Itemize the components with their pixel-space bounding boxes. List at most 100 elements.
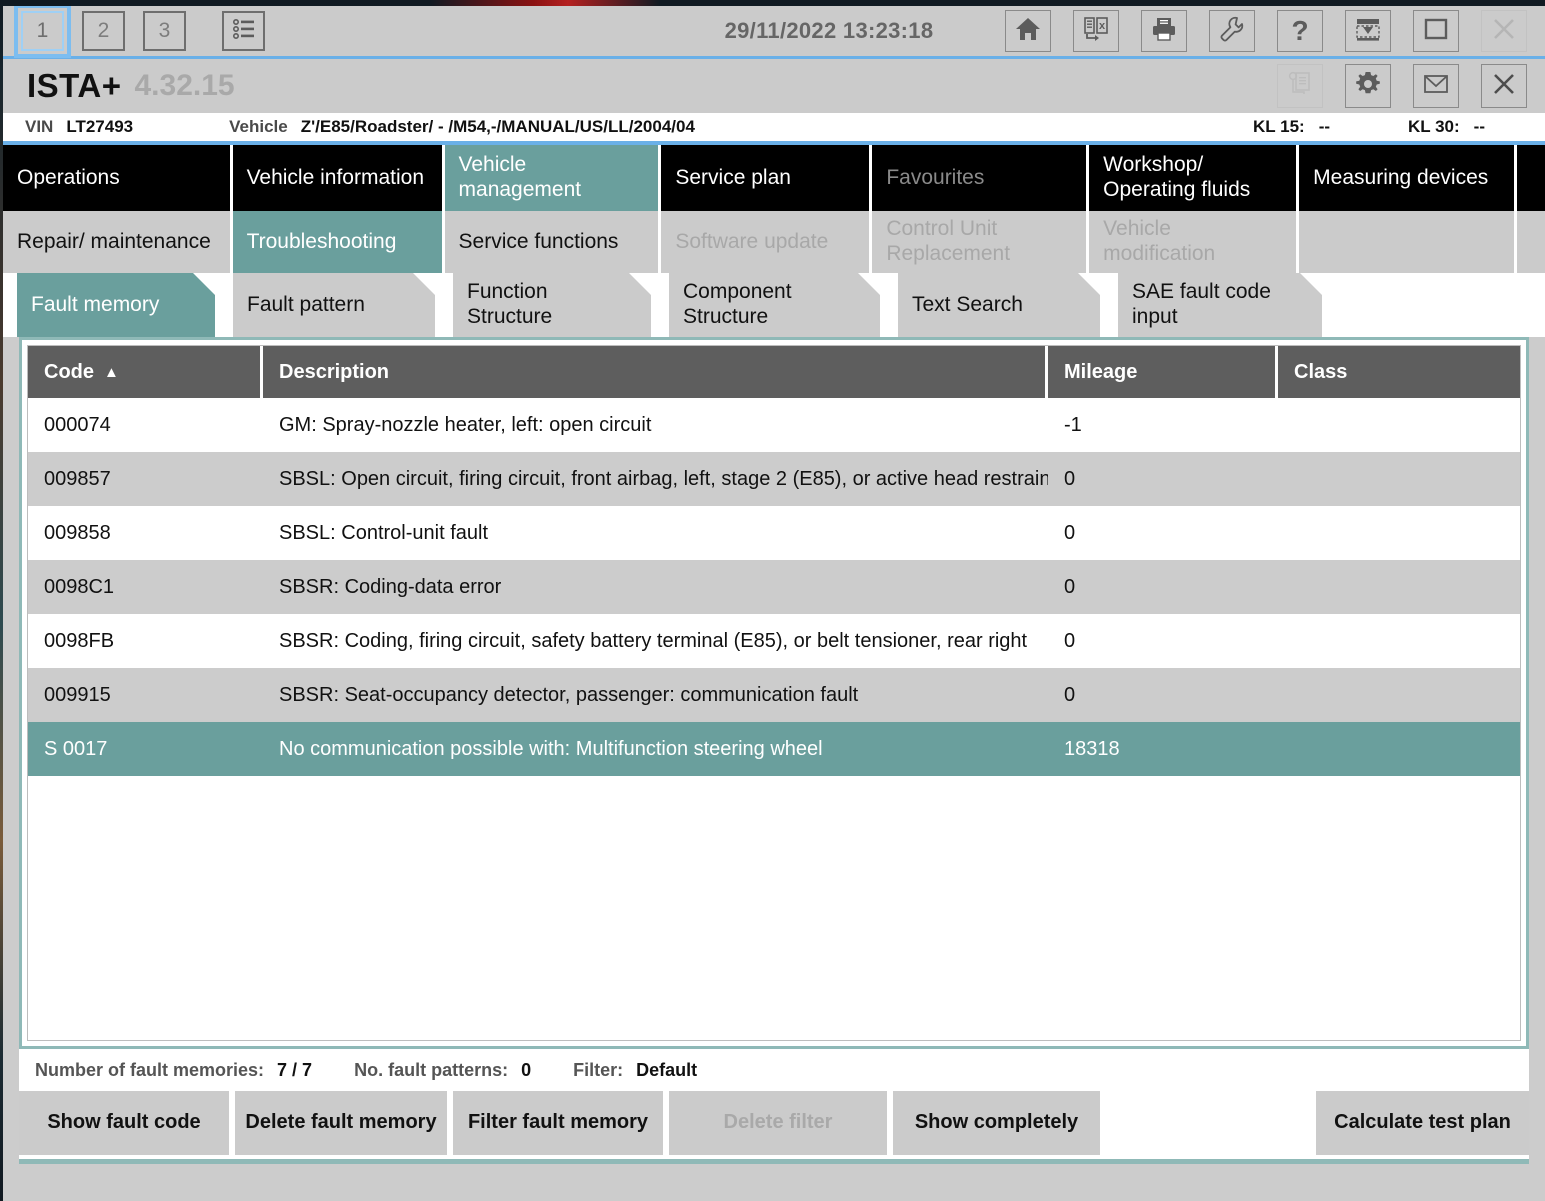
tab-secondary-empty[interactable] — [1299, 211, 1514, 273]
kl30-status: KL 30: -- — [1408, 117, 1485, 137]
session-document-button[interactable] — [1277, 64, 1323, 108]
show-completely-label: Show completely — [914, 1111, 1079, 1134]
vin-value: LT27493 — [66, 117, 134, 136]
cell-code: 009858 — [44, 521, 111, 544]
show-fault-code-button[interactable]: Show fault code — [19, 1091, 229, 1155]
tab-workshop-operating-fluids[interactable]: Workshop/ Operating fluids — [1089, 145, 1297, 211]
table-row[interactable]: 0098C1 SBSR: Coding-data error 0 — [28, 560, 1520, 614]
fault-memory-panel: Code ▲ Description Mileage Class 000074 … — [19, 337, 1529, 1049]
tab-fault-memory[interactable]: Fault memory — [17, 273, 215, 337]
cell-mileage: -1 — [1064, 413, 1082, 436]
cell-code: 000074 — [44, 413, 111, 436]
tab-function-structure[interactable]: Function Structure — [453, 273, 651, 337]
mail-icon — [1422, 71, 1450, 102]
page-button-1[interactable]: 1 — [14, 6, 71, 58]
table-row-selected[interactable]: S 0017 No communication possible with: M… — [28, 722, 1520, 776]
fault-patterns-value: 0 — [521, 1059, 532, 1080]
table-row[interactable]: 009915 SBSR: Seat-occupancy detector, pa… — [28, 668, 1520, 722]
column-header-class-label: Class — [1294, 360, 1348, 383]
tab-fault-pattern[interactable]: Fault pattern — [233, 273, 435, 337]
tab-favourites[interactable]: Favourites — [872, 145, 1087, 211]
cell-mileage: 0 — [1064, 521, 1076, 544]
tab-repair-maintenance[interactable]: Repair/ maintenance — [3, 211, 230, 273]
show-completely-button[interactable]: Show completely — [893, 1091, 1100, 1155]
tab-measuring-devices-label: Measuring devices — [1313, 165, 1489, 189]
sort-ascending-icon: ▲ — [104, 363, 119, 381]
close-app-button[interactable] — [1481, 64, 1527, 108]
tertiary-tab-bar: Fault memory Fault pattern Function Stru… — [3, 273, 1545, 337]
tab-measuring-devices[interactable]: Measuring devices — [1299, 145, 1514, 211]
vehicle-info-bar: VIN LT27493 Vehicle Z'/E85/Roadster/ - /… — [3, 113, 1545, 145]
tab-component-structure[interactable]: Component Structure — [669, 273, 880, 337]
table-row[interactable]: 000074 GM: Spray-nozzle heater, left: op… — [28, 398, 1520, 452]
tab-text-search[interactable]: Text Search — [898, 273, 1100, 337]
tab-vehicle-modification-label: Vehicle modification — [1103, 217, 1216, 265]
table-row[interactable]: 009857 SBSL: Open circuit, firing circui… — [28, 452, 1520, 506]
tab-sae-fault-code-input[interactable]: SAE fault code input — [1118, 273, 1322, 337]
tab-vehicle-management[interactable]: Vehicle management — [444, 145, 659, 211]
settings-button[interactable] — [1345, 64, 1391, 108]
cell-code: S 0017 — [44, 737, 108, 760]
calculate-test-plan-label: Calculate test plan — [1334, 1111, 1511, 1134]
tab-component-structure-label: Component Structure — [683, 280, 792, 328]
gear-icon — [1354, 70, 1382, 103]
vehicle-value: Z'/E85/Roadster/ - /M54,-/MANUAL/US/LL/2… — [300, 117, 695, 136]
tab-vehicle-information[interactable]: Vehicle information — [232, 145, 442, 211]
tab-service-plan[interactable]: Service plan — [661, 145, 870, 211]
kl15-label: KL 15: — [1253, 117, 1305, 136]
primary-tab-bar: Operations Vehicle information Vehicle m… — [3, 145, 1545, 211]
tab-service-functions-label: Service functions — [458, 229, 619, 253]
cell-class — [1278, 452, 1520, 506]
cell-description: SBSR: Seat-occupancy detector, passenger… — [279, 683, 859, 706]
close-icon — [1490, 71, 1518, 102]
filter-fault-memory-button[interactable]: Filter fault memory — [453, 1091, 663, 1155]
datetime-display: 29/11/2022 13:23:18 — [724, 18, 934, 43]
action-button-bar: Show fault code Delete fault memory Filt… — [19, 1091, 1529, 1159]
secondary-tab-bar: Repair/ maintenance Troubleshooting Serv… — [3, 211, 1545, 273]
tab-software-update[interactable]: Software update — [661, 211, 870, 273]
cell-class — [1278, 398, 1520, 452]
tab-overflow[interactable] — [1517, 145, 1545, 211]
tab-sae-fault-code-input-label: SAE fault code input — [1132, 280, 1271, 328]
cell-description: SBSL: Control-unit fault — [279, 521, 488, 544]
table-row[interactable]: 009858 SBSL: Control-unit fault 0 — [28, 506, 1520, 560]
table-row[interactable]: 0098FB SBSR: Coding, firing circuit, saf… — [28, 614, 1520, 668]
cell-description: No communication possible with: Multifun… — [279, 737, 823, 760]
tab-operations[interactable]: Operations — [3, 145, 230, 211]
tab-control-unit-replacement-label: Control Unit Replacement — [886, 217, 1011, 265]
tab-control-unit-replacement[interactable]: Control Unit Replacement — [872, 211, 1087, 273]
tab-troubleshooting[interactable]: Troubleshooting — [232, 211, 442, 273]
fault-patterns-label: No. fault patterns: — [354, 1059, 509, 1080]
kl15-status: KL 15: -- — [1253, 117, 1330, 137]
delete-fault-memory-button[interactable]: Delete fault memory — [235, 1091, 447, 1155]
kl30-label: KL 30: — [1408, 117, 1460, 136]
tab-function-structure-label: Function Structure — [467, 280, 553, 328]
cell-mileage: 0 — [1064, 467, 1076, 490]
tab-service-functions[interactable]: Service functions — [444, 211, 659, 273]
delete-filter-button[interactable]: Delete filter — [669, 1091, 887, 1155]
filter-fault-memory-label: Filter fault memory — [467, 1111, 649, 1134]
bottom-accent-rule — [19, 1159, 1529, 1164]
calculate-test-plan-button[interactable]: Calculate test plan — [1316, 1091, 1529, 1155]
tab-vehicle-modification[interactable]: Vehicle modification — [1089, 211, 1297, 273]
status-bar: Number of fault memories: 7 / 7 No. faul… — [19, 1049, 1529, 1091]
tab-secondary-overflow[interactable] — [1517, 211, 1545, 273]
filter-value: Default — [636, 1059, 698, 1080]
table-header-row: Code ▲ Description Mileage Class — [28, 346, 1520, 398]
fault-count-label: Number of fault memories: — [35, 1059, 265, 1080]
column-header-mileage[interactable]: Mileage — [1048, 346, 1278, 398]
cell-class — [1278, 668, 1520, 722]
column-header-code[interactable]: Code ▲ — [28, 346, 263, 398]
mail-button[interactable] — [1413, 64, 1459, 108]
column-header-class[interactable]: Class — [1278, 346, 1520, 398]
button-bar-spacer — [1106, 1091, 1316, 1155]
vin-label: VIN — [25, 117, 54, 136]
filter-label: Filter: — [573, 1059, 624, 1080]
cell-class — [1278, 722, 1520, 776]
cell-description: SBSL: Open circuit, firing circuit, fron… — [279, 467, 1048, 490]
cell-code: 009915 — [44, 683, 111, 706]
cell-mileage: 18318 — [1064, 737, 1120, 760]
column-header-description[interactable]: Description — [263, 346, 1048, 398]
tab-vehicle-information-label: Vehicle information — [246, 165, 424, 189]
tab-favourites-label: Favourites — [886, 165, 985, 189]
